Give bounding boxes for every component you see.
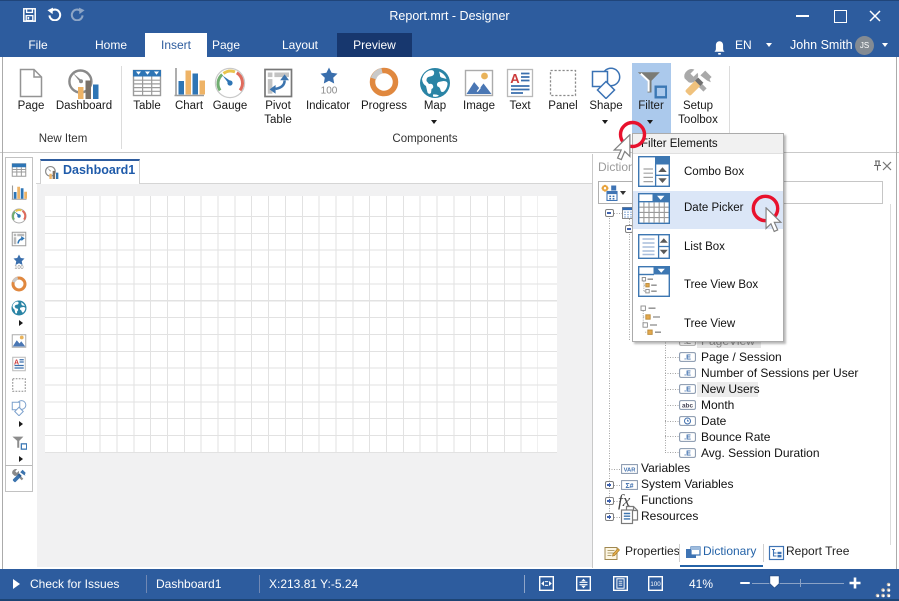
svg-text:.E: .E xyxy=(684,385,691,394)
svg-text:Σ#: Σ# xyxy=(625,483,633,490)
svg-text:100: 100 xyxy=(14,265,23,270)
svg-text:A: A xyxy=(510,71,520,86)
svg-text:abc: abc xyxy=(682,402,693,409)
svg-text:VAR: VAR xyxy=(624,468,637,474)
svg-text:.E: .E xyxy=(684,353,691,362)
svg-text:.E: .E xyxy=(684,432,691,441)
svg-text:100: 100 xyxy=(650,580,661,587)
svg-text:100: 100 xyxy=(321,86,338,97)
svg-text:.E: .E xyxy=(684,369,691,378)
svg-text:.E: .E xyxy=(684,448,691,457)
